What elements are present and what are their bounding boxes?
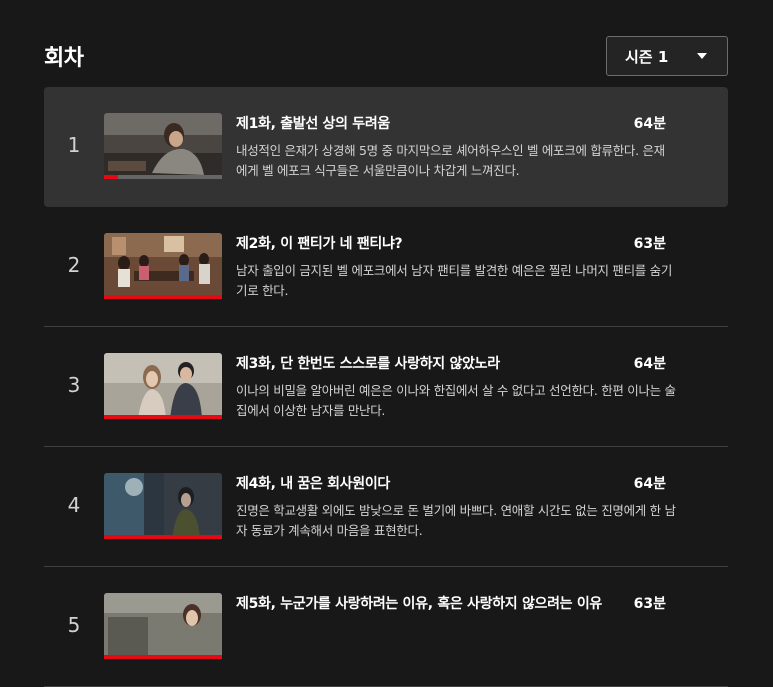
episode-number: 5 [67,613,81,637]
episode-progress-fill [104,175,119,179]
page-title: 회차 [44,46,84,71]
episode-title: 제2화, 이 팬티가 네 팬티냐? [236,236,403,252]
episode-synopsis: 남자 출입이 금지된 벨 에포크에서 남자 팬티를 발견한 예은은 찔린 나머지… [236,263,673,298]
episode-number: 1 [67,133,81,157]
episode-progress-bar [104,415,222,419]
episode-thumbnail[interactable] [104,233,222,299]
season-dropdown-label: 시즌 1 [625,47,669,66]
episode-duration: 64분 [633,476,666,492]
episode-title: 제1화, 출발선 상의 두려움 [236,116,390,132]
episode-list: 1 제1화, 출발선 상의 두려움 64분 내성적인 은재가 상경해 5명 중 … [44,87,728,687]
episode-row-3[interactable]: 3 제3화, 단 한번도 스스로를 사랑하지 않았노라 64분 이나의 비밀을 … [44,327,728,447]
episode-progress-bar [104,175,222,179]
episode-duration: 63분 [633,596,666,612]
episode-duration: 64분 [633,116,666,132]
episode-row-1[interactable]: 1 제1화, 출발선 상의 두려움 64분 내성적인 은재가 상경해 5명 중 … [44,87,728,207]
episode-progress-fill [104,655,222,659]
episode-progress-bar [104,535,222,539]
episode-thumbnail[interactable] [104,593,222,659]
episode-synopsis: 진명은 학교생활 외에도 밤낮으로 돈 벌기에 바쁘다. 연애할 시간도 없는 … [236,503,676,538]
episode-progress-bar [104,655,222,659]
episode-synopsis: 내성적인 은재가 상경해 5명 중 마지막으로 셰어하우스인 벨 에포크에 합류… [236,143,665,178]
episode-row-5[interactable]: 5 제5화, 누군가를 사랑하려는 이유, 혹은 사랑하지 않으려는 이유 63… [44,567,728,687]
season-dropdown[interactable]: 시즌 1 [606,36,728,76]
episode-title: 제5화, 누군가를 사랑하려는 이유, 혹은 사랑하지 않으려는 이유 [236,596,602,612]
episode-number: 4 [67,493,81,517]
episode-thumbnail[interactable] [104,473,222,539]
episode-title: 제4화, 내 꿈은 회사원이다 [236,476,390,492]
episode-thumbnail[interactable] [104,113,222,179]
episode-progress-fill [104,415,222,419]
episode-thumbnail[interactable] [104,353,222,419]
episode-progress-bar [104,295,222,299]
episode-duration: 63분 [633,236,666,252]
episode-progress-fill [104,295,222,299]
episodes-header: 회차 시즌 1 [44,36,728,76]
episode-synopsis: 이나의 비밀을 알아버린 예은은 이나와 한집에서 살 수 없다고 선언한다. … [236,383,676,418]
episode-duration: 64분 [633,356,666,372]
episode-number: 3 [67,373,81,397]
episode-title: 제3화, 단 한번도 스스로를 사랑하지 않았노라 [236,356,500,372]
episode-row-4[interactable]: 4 제4화, 내 꿈은 회사원이다 64분 진명은 학교생활 외에도 밤낮으로 … [44,447,728,567]
caret-down-icon [697,53,707,59]
episode-row-2[interactable]: 2 제2화, 이 팬티가 네 팬티냐? 63분 남자 출입이 금지된 벨 에포크… [44,207,728,327]
episode-number: 2 [67,253,81,277]
episode-progress-fill [104,535,222,539]
